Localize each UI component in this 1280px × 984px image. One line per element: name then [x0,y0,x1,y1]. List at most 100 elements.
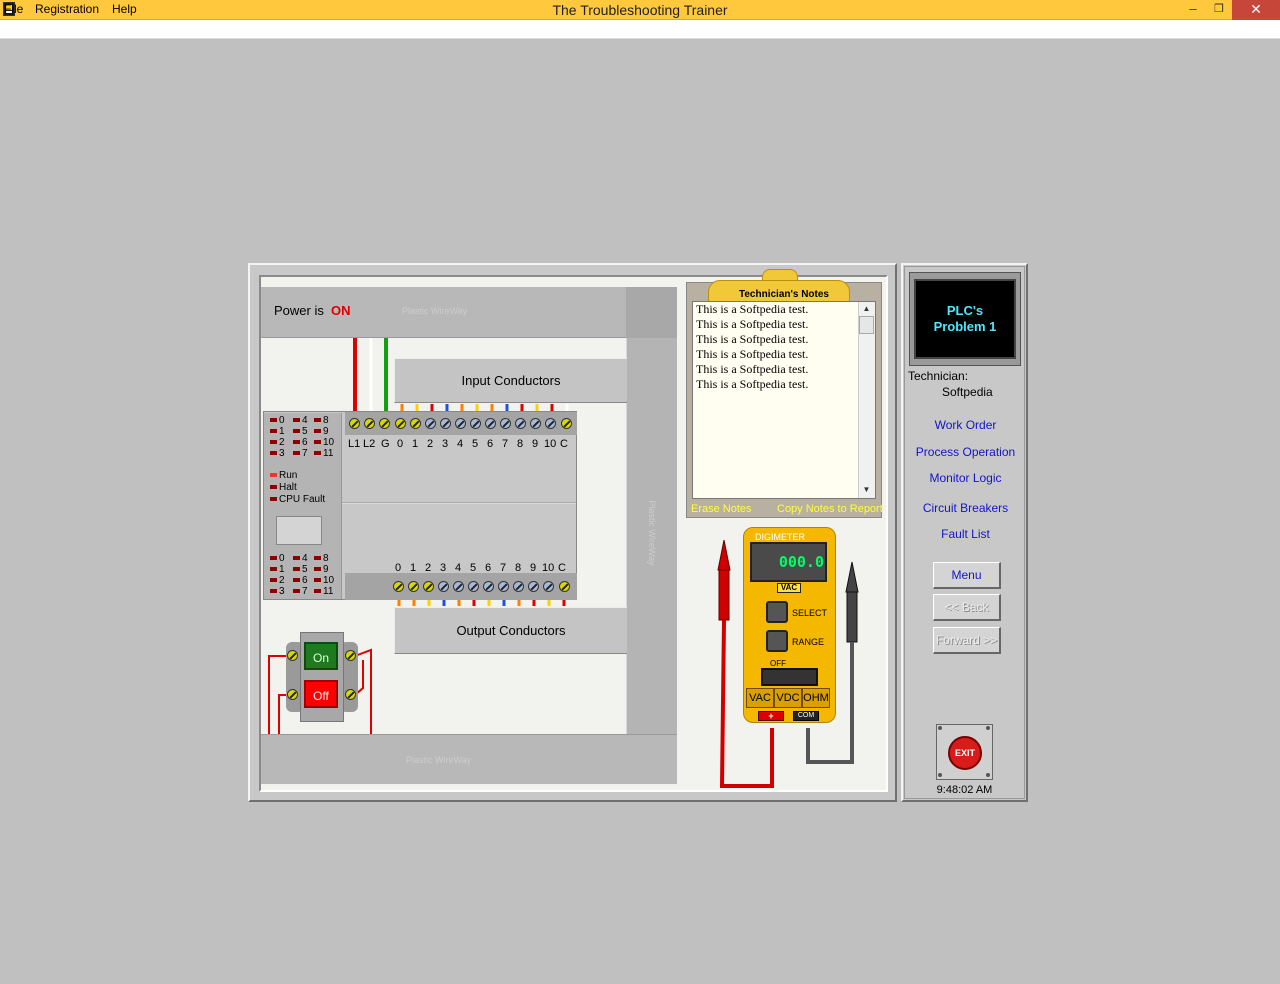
input-screw-6[interactable] [485,418,496,429]
output-led-4: 4 [293,554,308,564]
scroll-down-icon[interactable]: ▼ [859,485,874,494]
select-label: SELECT [792,608,828,618]
window-title: The Troubleshooting Trainer [552,2,728,18]
switch-screw[interactable] [287,650,298,661]
power-label: Power is [274,303,324,318]
clock: 9:48:02 AM [936,784,993,796]
plc-divider [342,502,576,504]
meter-mode-dial[interactable] [761,668,818,686]
forward-button[interactable]: Forward >> [933,627,1001,654]
back-button[interactable]: << Back [933,594,1001,621]
input-led-3: 3 [270,449,285,459]
fault-list-link[interactable]: Fault List [904,527,1027,541]
erase-notes-link[interactable]: Erase Notes [691,503,752,515]
input-screw-0[interactable] [395,418,406,429]
meter-title: DIGIMETER [755,532,806,542]
input-screw-7[interactable] [500,418,511,429]
monitor-logic-link[interactable]: Monitor Logic [904,471,1027,485]
off-button[interactable]: Off [304,680,338,708]
notes-text[interactable]: This is a Softpedia test. This is a Soft… [696,302,856,392]
output-screw-1[interactable] [408,581,419,592]
input-conductors-label[interactable]: Input Conductors [394,358,627,403]
output-screw-8[interactable] [513,581,524,592]
work-order-link[interactable]: Work Order [904,418,1027,432]
input-led-4: 4 [293,416,308,426]
input-term-label: L1 [348,438,361,450]
cpu-fault-led: CPU Fault [270,495,325,505]
red-probe-handle[interactable] [718,569,730,621]
input-screw-g[interactable] [379,418,390,429]
input-screw-1[interactable] [410,418,421,429]
halt-led: Halt [270,483,297,493]
on-button[interactable]: On [304,642,338,670]
input-screw-l1[interactable] [349,418,360,429]
output-term-label: 2 [425,562,432,574]
plus-jack[interactable]: + [758,711,784,721]
close-button[interactable]: ✕ [1232,0,1280,20]
scroll-up-icon[interactable]: ▲ [859,304,874,313]
exit-button[interactable]: EXIT [948,736,982,770]
input-screw-8[interactable] [515,418,526,429]
input-term-label: L2 [363,438,376,450]
menu-file[interactable]: File [4,2,23,16]
output-term-label: 9 [530,562,537,574]
output-screw-0[interactable] [393,581,404,592]
input-term-label: 4 [457,438,464,450]
output-term-label: C [558,562,566,574]
input-screw-l2[interactable] [364,418,375,429]
input-screw-10[interactable] [545,418,556,429]
wireway-label-bottom: Plastic WireWay [406,755,472,765]
input-screw-3[interactable] [440,418,451,429]
switch-screw[interactable] [345,689,356,700]
output-led-8: 8 [314,554,329,564]
black-probe-tip[interactable] [845,561,859,593]
output-conductors-label[interactable]: Output Conductors [394,607,627,654]
output-screw-2[interactable] [423,581,434,592]
input-term-label: 8 [517,438,524,450]
output-led-10: 10 [314,576,334,586]
input-term-label: 5 [472,438,479,450]
problem-title: PLC's [946,303,984,318]
input-led-2: 2 [270,438,285,448]
black-probe-handle[interactable] [846,591,858,643]
ohm-button[interactable]: OHM [802,688,830,708]
output-screw-3[interactable] [438,581,449,592]
output-led-3: 3 [270,587,285,597]
input-screw-5[interactable] [470,418,481,429]
run-led: Run [270,471,297,481]
circuit-breakers-link[interactable]: Circuit Breakers [904,501,1027,515]
copy-notes-link[interactable]: Copy Notes to Report [777,503,883,515]
vac-button[interactable]: VAC [746,688,774,708]
range-knob[interactable] [766,630,788,652]
notes-scroll-thumb[interactable] [859,316,874,334]
minimize-button[interactable]: – [1180,0,1206,20]
output-screw-c[interactable] [559,581,570,592]
output-led-1: 1 [270,565,285,575]
menu-button[interactable]: Menu [933,562,1001,589]
menu-help[interactable]: Help [112,2,137,16]
red-probe-tip[interactable] [717,540,731,571]
vdc-button[interactable]: VDC [774,688,802,708]
input-screw-9[interactable] [530,418,541,429]
output-term-label: 1 [410,562,417,574]
input-screw-c[interactable] [561,418,572,429]
input-screw-2[interactable] [425,418,436,429]
restore-button[interactable]: ❐ [1206,0,1232,20]
menu-registration[interactable]: Registration [35,2,99,16]
input-led-8: 8 [314,416,329,426]
select-knob[interactable] [766,601,788,623]
input-led-10: 10 [314,438,334,448]
output-screw-7[interactable] [498,581,509,592]
output-screw-5[interactable] [468,581,479,592]
output-screw-10[interactable] [543,581,554,592]
com-jack[interactable]: COM [793,711,819,721]
output-screw-4[interactable] [453,581,464,592]
output-screw-6[interactable] [483,581,494,592]
switch-screw[interactable] [345,650,356,661]
switch-screw[interactable] [287,689,298,700]
notes-title: Technician's Notes [739,289,829,300]
output-screw-9[interactable] [528,581,539,592]
input-screw-4[interactable] [455,418,466,429]
output-led-11: 11 [314,587,333,597]
process-operation-link[interactable]: Process Operation [904,445,1027,459]
